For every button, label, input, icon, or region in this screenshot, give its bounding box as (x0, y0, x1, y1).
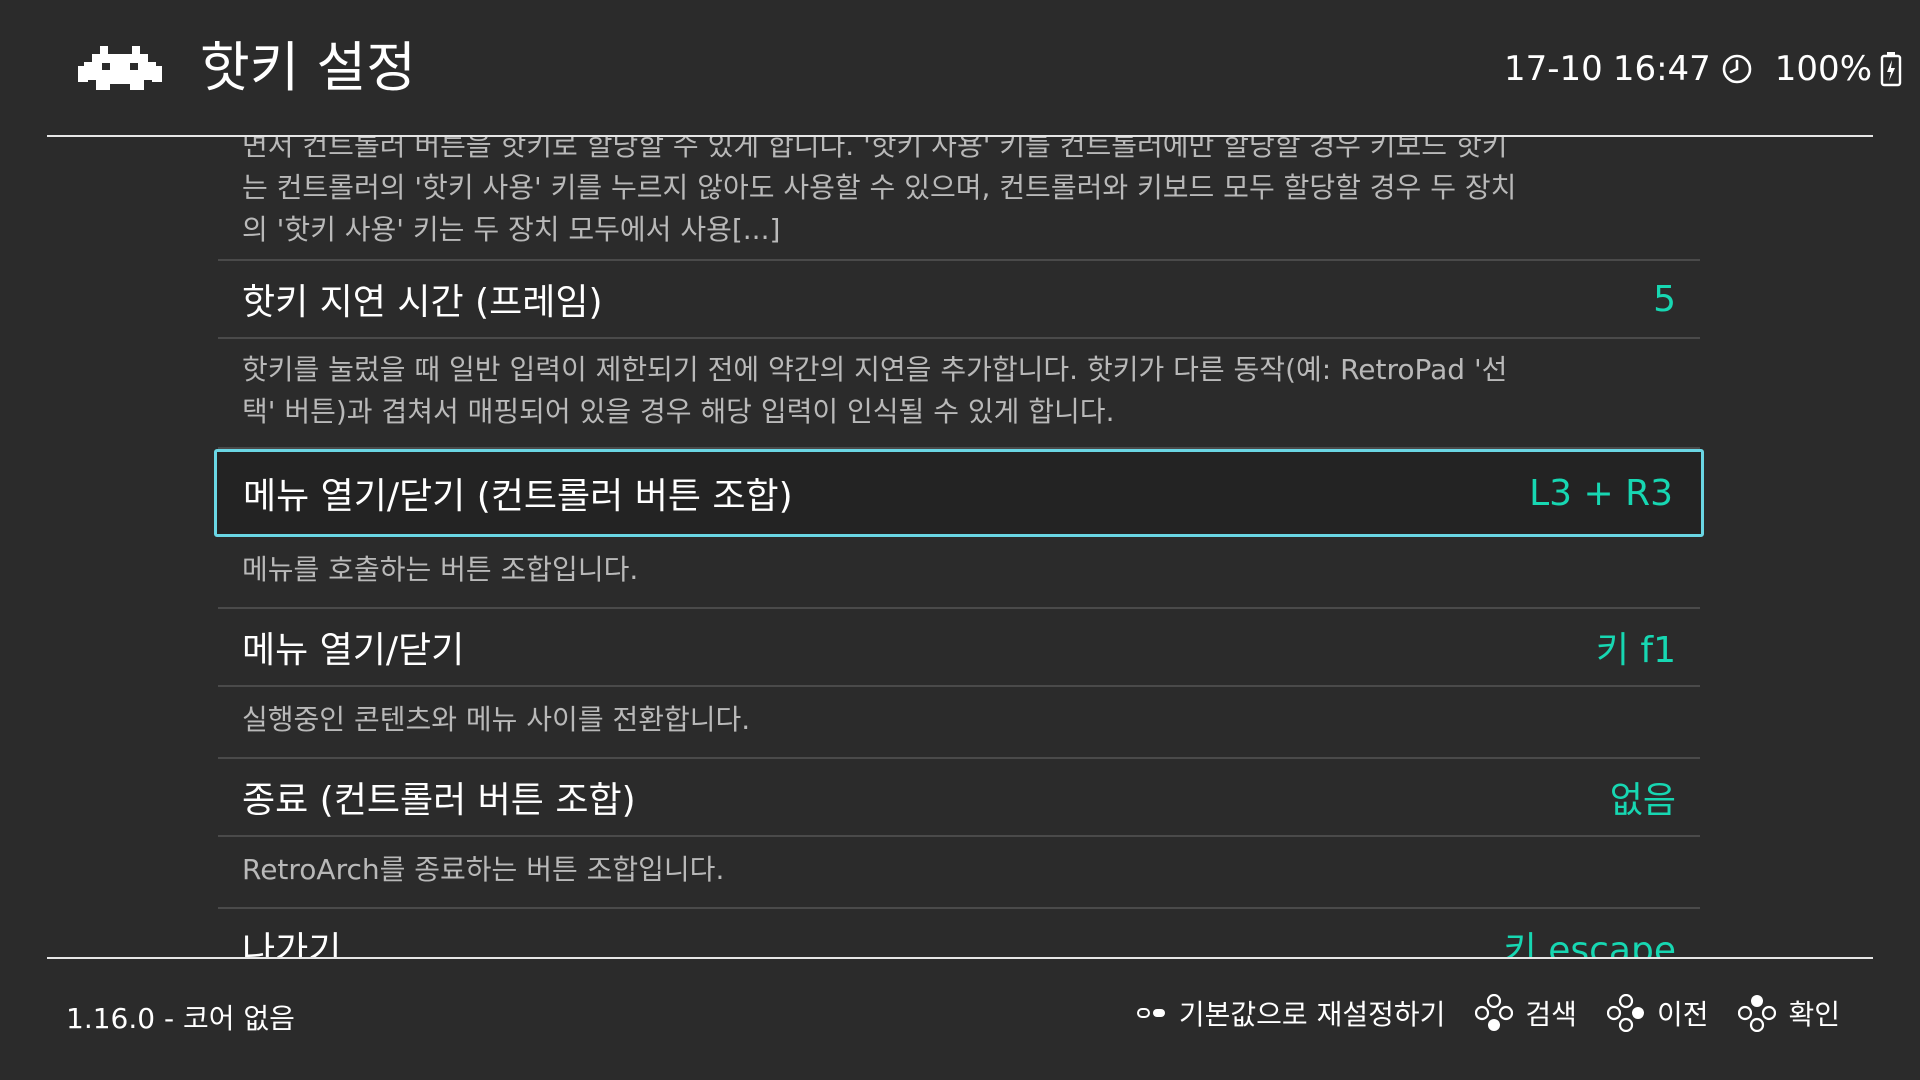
setting-description: RetroArch를 종료하는 버튼 조합입니다. (218, 837, 1700, 909)
gamepad-buttons-icon (1738, 994, 1777, 1032)
setting-menu-toggle[interactable]: 메뉴 열기/닫기 키 f1 (218, 609, 1700, 687)
clock-icon (1721, 53, 1753, 85)
setting-description: 면서 컨트롤러 버튼을 핫키로 할당할 수 있게 합니다. '핫키 사용' 키를… (218, 137, 1700, 261)
gamepad-buttons-icon (1606, 994, 1645, 1032)
setting-value: 키 f1 (1595, 630, 1676, 671)
retroarch-logo-icon (78, 44, 162, 94)
hint-ok[interactable]: 확인 (1738, 993, 1840, 1033)
battery-percent: 100% (1774, 49, 1872, 89)
select-button-icon (1136, 1006, 1167, 1020)
setting-label: 핫키 지연 시간 (프레임) (242, 282, 603, 323)
button-hints: 기본값으로 재설정하기 검색 이전 확인 (1107, 993, 1840, 1033)
hint-back[interactable]: 이전 (1606, 993, 1708, 1033)
setting-label: 나가기 (242, 930, 342, 957)
setting-value: L3 + R3 (1529, 472, 1673, 514)
setting-label: 메뉴 열기/닫기 (242, 630, 465, 671)
setting-menu-toggle-combo[interactable]: 메뉴 열기/닫기 (컨트롤러 버튼 조합) L3 + R3 (214, 449, 1704, 537)
hotkey-settings-screen: 핫키 설정 17-10 16:47 100% 면서 컨트롤러 버튼을 핫키로 할… (0, 0, 1920, 1080)
setting-value: 5 (1653, 278, 1676, 320)
settings-list-viewport[interactable]: 면서 컨트롤러 버튼을 핫키로 할당할 수 있게 합니다. '핫키 사용' 키를… (0, 137, 1920, 957)
page-title: 핫키 설정 (200, 36, 416, 99)
header: 핫키 설정 17-10 16:47 100% (0, 0, 1920, 136)
setting-description: 핫키를 눌렀을 때 일반 입력이 제한되기 전에 약간의 지연을 추가합니다. … (218, 339, 1700, 449)
footer: 1.16.0 - 코어 없음 기본값으로 재설정하기 검색 이전 확인 (0, 959, 1920, 1080)
hint-search[interactable]: 검색 (1475, 993, 1577, 1033)
setting-label: 메뉴 열기/닫기 (컨트롤러 버튼 조합) (243, 476, 793, 517)
battery-charging-icon (1880, 51, 1902, 87)
status-bar: 17-10 16:47 100% (1504, 44, 1902, 94)
setting-value: 키 escape (1503, 930, 1676, 957)
setting-value: 없음 (1609, 780, 1676, 821)
gamepad-buttons-icon (1475, 994, 1514, 1032)
setting-quit[interactable]: 나가기 키 escape (218, 909, 1700, 957)
date-text: 17-10 (1504, 49, 1603, 89)
setting-description: 메뉴를 호출하는 버튼 조합입니다. (218, 537, 1700, 609)
setting-hotkey-delay[interactable]: 핫키 지연 시간 (프레임) 5 (218, 261, 1700, 339)
setting-description: 실행중인 콘텐츠와 메뉴 사이를 전환합니다. (218, 687, 1700, 759)
settings-list: 면서 컨트롤러 버튼을 핫키로 할당할 수 있게 합니다. '핫키 사용' 키를… (214, 137, 1704, 957)
time-text: 16:47 (1612, 49, 1711, 89)
hint-reset-default[interactable]: 기본값으로 재설정하기 (1136, 993, 1445, 1033)
setting-quit-combo[interactable]: 종료 (컨트롤러 버튼 조합) 없음 (218, 759, 1700, 837)
version-text: 1.16.0 - 코어 없음 (66, 1002, 295, 1035)
setting-label: 종료 (컨트롤러 버튼 조합) (242, 780, 636, 821)
